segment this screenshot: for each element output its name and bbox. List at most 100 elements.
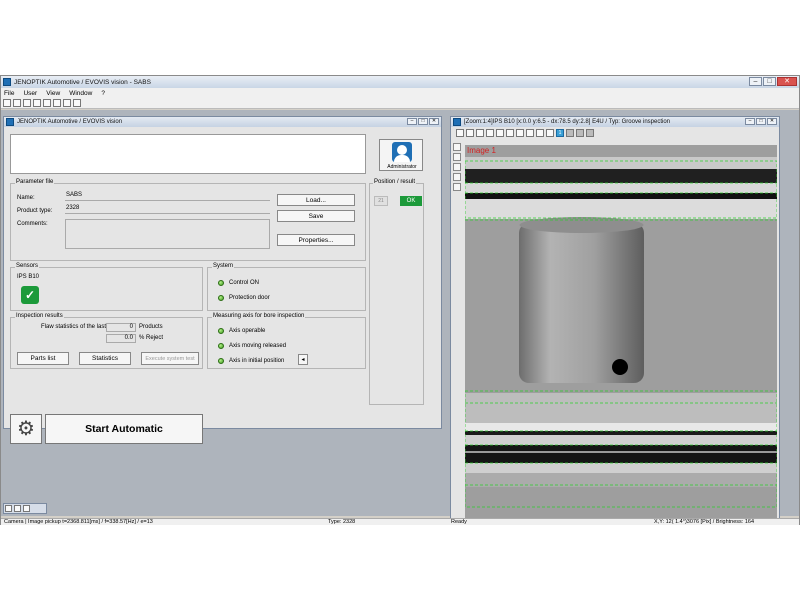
image-window-icon <box>453 118 461 126</box>
sensor-name: IPS B10 <box>17 274 40 280</box>
administrator-button[interactable]: Administrator <box>379 139 423 171</box>
open-icon[interactable] <box>13 99 21 107</box>
close-button[interactable]: ✕ <box>777 77 797 86</box>
zoom-tool-icon[interactable] <box>476 128 484 137</box>
record-icon[interactable] <box>453 173 461 181</box>
select-tool-icon[interactable] <box>456 128 464 137</box>
view-2-button[interactable] <box>566 128 574 137</box>
system-label: System <box>212 263 235 269</box>
user-icon <box>392 142 412 162</box>
paste-icon[interactable] <box>53 99 61 107</box>
image-minimize-button[interactable]: – <box>745 118 755 125</box>
inspection-image-canvas: Image 1 <box>465 145 777 521</box>
maximize-button[interactable]: □ <box>763 77 776 86</box>
position-result-group: Position / result 21 OK <box>369 179 424 405</box>
image-maximize-button[interactable]: □ <box>756 118 766 125</box>
position-result-label: Position / result <box>373 179 417 185</box>
inspection-results-label: Inspection results <box>15 313 64 319</box>
ref-icon[interactable] <box>546 128 554 137</box>
maximize-tab-icon[interactable] <box>14 505 21 512</box>
axis-item-operable: Axis operable <box>229 328 266 334</box>
menu-view[interactable]: View <box>46 90 60 97</box>
restore-icon[interactable] <box>5 505 12 512</box>
menu-user[interactable]: User <box>23 90 37 97</box>
sensors-group: Sensors IPS B10 ✓ <box>10 263 203 311</box>
axis-item-initial-position: Axis in initial position <box>229 358 285 364</box>
menu-help[interactable]: ? <box>101 90 105 97</box>
reject-percentage: 0.0 <box>106 334 136 343</box>
main-window-title-bar: JENOPTIK Automotive / EVOVIS vision – □ … <box>4 117 441 127</box>
menu-bar: File User View Window ? <box>1 88 799 98</box>
child-close-button[interactable]: ✕ <box>429 118 439 125</box>
products-label: Products <box>139 324 163 330</box>
overlay-icon[interactable] <box>516 128 524 137</box>
minimized-window-tab[interactable] <box>3 503 47 514</box>
view-1-button[interactable]: 1 <box>556 128 564 137</box>
minimize-button[interactable]: – <box>749 77 762 86</box>
new-icon[interactable] <box>3 99 11 107</box>
administrator-label: Administrator <box>387 164 417 170</box>
execute-system-test-button[interactable]: Execute system test <box>141 352 199 365</box>
axis-moving-led-icon <box>218 343 224 349</box>
reject-label: % Reject <box>139 335 164 341</box>
inspection-results-group: Inspection results Flaw statistics of th… <box>10 313 203 369</box>
status-state: Ready <box>451 519 467 525</box>
system-group: System Control ON Protection door <box>207 263 366 311</box>
flaw-statistics-label: Flaw statistics of the last <box>41 324 107 330</box>
histogram-icon[interactable] <box>453 143 461 151</box>
sensors-label: Sensors <box>15 263 40 269</box>
main-control-window: JENOPTIK Automotive / EVOVIS vision – □ … <box>3 116 442 444</box>
image-close-button[interactable]: ✕ <box>767 118 777 125</box>
measuring-axis-group: Measuring axis for bore inspection Axis … <box>207 313 366 369</box>
app-title-bar: JENOPTIK Automotive / EVOVIS vision - SA… <box>1 76 799 88</box>
properties-button[interactable]: Properties... <box>277 234 355 246</box>
load-button[interactable]: Load... <box>277 194 355 206</box>
start-automatic-button[interactable]: Start Automatic <box>45 414 203 444</box>
inspection-image[interactable]: Image 1 <box>465 145 777 521</box>
chart-icon[interactable] <box>453 153 461 161</box>
menu-window[interactable]: Window <box>69 90 92 97</box>
view-4-button[interactable] <box>586 128 594 137</box>
menu-file[interactable]: File <box>4 90 14 97</box>
save-image-icon[interactable] <box>496 128 504 137</box>
comments-label: Comments: <box>17 221 48 227</box>
app-title: JENOPTIK Automotive / EVOVIS vision - SA… <box>14 78 151 86</box>
status-type: Type: 2328 <box>328 519 356 525</box>
measuring-axis-label: Measuring axis for bore inspection <box>212 313 306 319</box>
axis-item-moving-released: Axis moving released <box>229 343 287 349</box>
close-tab-icon[interactable] <box>23 505 30 512</box>
cut-icon[interactable] <box>33 99 41 107</box>
help-icon[interactable] <box>73 99 81 107</box>
name-label: Name: <box>17 195 35 201</box>
parts-list-button[interactable]: Parts list <box>17 352 69 365</box>
view-3-button[interactable] <box>576 128 584 137</box>
ruler-icon[interactable] <box>536 128 544 137</box>
move-tool-icon[interactable] <box>466 128 474 137</box>
system-item-protection-door: Protection door <box>229 295 270 301</box>
copy-icon[interactable] <box>43 99 51 107</box>
comments-field[interactable] <box>65 219 270 249</box>
sensor-ok-check-icon[interactable]: ✓ <box>21 286 39 304</box>
print-icon[interactable] <box>63 99 71 107</box>
save-icon[interactable] <box>23 99 31 107</box>
child-maximize-button[interactable]: □ <box>418 118 428 125</box>
line-tool-icon[interactable] <box>453 163 461 171</box>
main-window-title: JENOPTIK Automotive / EVOVIS vision <box>17 119 123 125</box>
axis-expand-button[interactable]: ◂ <box>298 354 308 365</box>
status-bar: Camera | Image pickup t=2368.811[ms] / f… <box>1 518 799 525</box>
main-toolbar <box>1 98 799 109</box>
status-coords: X,Y: 12( 1.4°)3076 [Pix] / Brightness: 1… <box>654 519 755 525</box>
open-image-icon[interactable] <box>486 128 494 137</box>
settings-gear-icon[interactable]: ⚙ <box>10 414 42 444</box>
statistics-button[interactable]: Statistics <box>79 352 131 365</box>
axis-operable-led-icon <box>218 328 224 334</box>
image-window: [Zoom:1:4]IPS B10 [x:0.0 y:6.5 - dx:78.5… <box>450 116 780 524</box>
gauge-icon[interactable] <box>526 128 534 137</box>
circle-tool-icon[interactable] <box>453 183 461 191</box>
child-minimize-button[interactable]: – <box>407 118 417 125</box>
camera-icon[interactable] <box>506 128 514 137</box>
app-window: JENOPTIK Automotive / EVOVIS vision - SA… <box>0 75 800 525</box>
save-button[interactable]: Save <box>277 210 355 222</box>
product-type-value: 2328 <box>65 205 270 214</box>
image-side-tools <box>453 143 463 203</box>
